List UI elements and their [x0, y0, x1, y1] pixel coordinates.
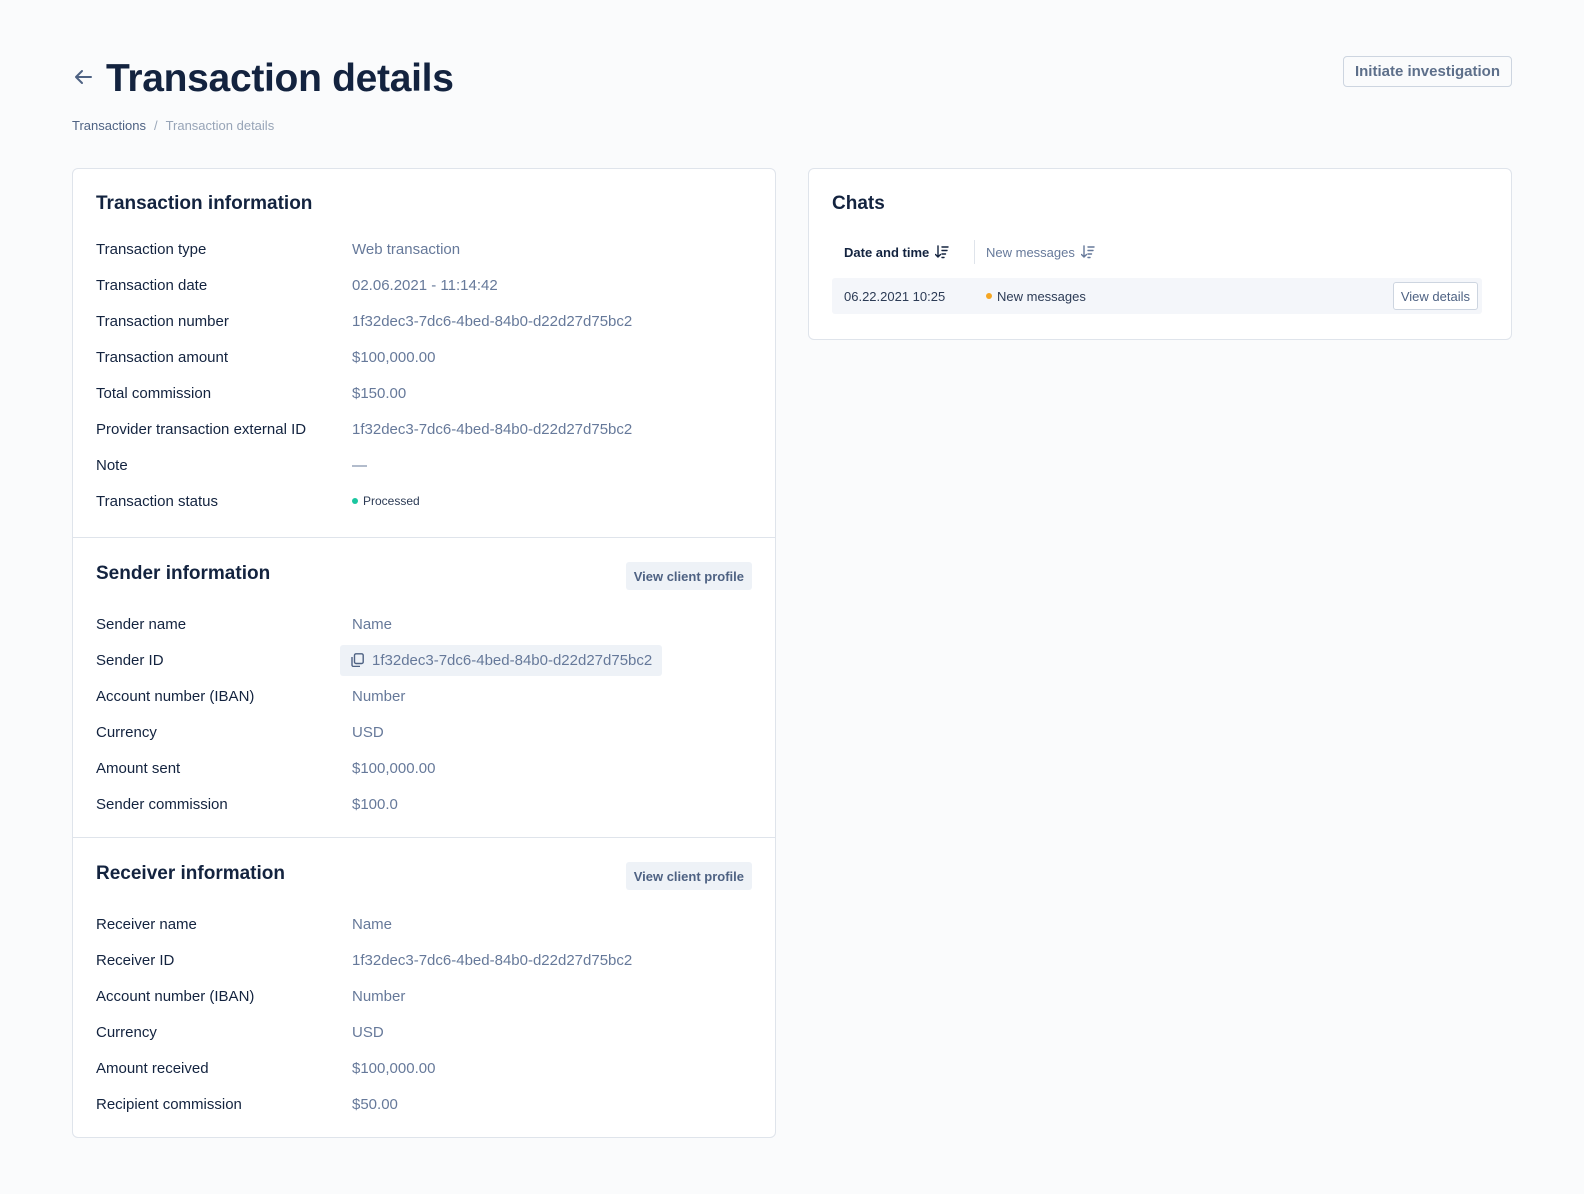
row-label: Amount sent	[96, 759, 181, 777]
row-label: Account number (IBAN)	[96, 687, 255, 705]
row-label: Transaction date	[96, 276, 208, 294]
detail-row: Transaction status Processed	[96, 483, 756, 519]
view-details-button[interactable]: View details	[1392, 282, 1478, 310]
row-label: Sender name	[96, 615, 187, 633]
new-message-dot-icon	[986, 293, 992, 299]
status-text: Processed	[363, 494, 420, 508]
section-title: Receiver information	[96, 863, 285, 884]
detail-row: Receiver name Name	[96, 906, 756, 942]
view-receiver-profile-button[interactable]: View client profile	[625, 862, 752, 890]
row-label: Transaction status	[96, 492, 218, 510]
row-label: Provider transaction external ID	[96, 420, 307, 438]
sender-id-copy-chip[interactable]: 1f32dec3-7dc6-4bed-84b0-d22d27d75bc2	[340, 644, 663, 676]
column-label: New messages	[986, 244, 1075, 260]
detail-row: Sender name Name	[96, 606, 756, 642]
detail-row: Receiver ID 1f32dec3-7dc6-4bed-84b0-d22d…	[96, 942, 756, 978]
detail-row: Transaction date 02.06.2021 - 11:14:42	[96, 267, 756, 303]
row-value: —	[352, 456, 367, 474]
chat-status: New messages	[986, 289, 1086, 304]
view-sender-profile-button[interactable]: View client profile	[625, 562, 752, 590]
detail-row: Note —	[96, 447, 756, 483]
detail-row: Recipient commission $50.00	[96, 1086, 756, 1122]
arrow-left-icon	[75, 70, 92, 84]
detail-row: Account number (IBAN) Number	[96, 978, 756, 1014]
transaction-information-section: Transaction information Transaction type…	[73, 169, 775, 537]
detail-row: Transaction amount $100,000.00	[96, 339, 756, 375]
row-value: Name	[352, 915, 393, 933]
row-label: Amount received	[96, 1059, 209, 1077]
sender-information-section: Sender information View client profile S…	[73, 537, 775, 837]
page-title: Transaction details	[106, 57, 454, 100]
row-label: Currency	[96, 1023, 157, 1041]
row-value: $50.00	[352, 1095, 398, 1113]
row-value: $100,000.00	[352, 348, 436, 366]
row-value: 1f32dec3-7dc6-4bed-84b0-d22d27d75bc2	[352, 951, 633, 969]
date-column-header[interactable]: Date and time	[844, 240, 975, 264]
row-label: Sender commission	[96, 795, 228, 813]
detail-row: Transaction type Web transaction	[96, 231, 756, 267]
chat-row: 06.22.2021 10:25 New messages View detai…	[832, 278, 1482, 314]
detail-row: Sender ID 1f32dec3-7dc6-4bed-84b0-d22d27…	[96, 642, 756, 678]
detail-row: Provider transaction external ID 1f32dec…	[96, 411, 756, 447]
detail-row: Currency USD	[96, 1014, 756, 1050]
section-title: Transaction information	[96, 193, 313, 214]
breadcrumb-separator: /	[153, 118, 158, 133]
row-label: Sender ID	[96, 651, 164, 669]
row-label: Total commission	[96, 384, 212, 402]
copy-icon	[351, 653, 364, 667]
chats-title: Chats	[832, 193, 885, 214]
column-label: Date and time	[844, 244, 930, 260]
row-value: Name	[352, 615, 393, 633]
row-value: $100,000.00	[352, 1059, 436, 1077]
detail-row: Amount sent $100,000.00	[96, 750, 756, 786]
breadcrumb-transactions-link[interactable]: Transactions	[72, 118, 146, 133]
row-value: 02.06.2021 - 11:14:42	[352, 276, 498, 294]
row-value: $150.00	[352, 384, 407, 402]
section-title: Sender information	[96, 563, 271, 584]
sender-id-value: 1f32dec3-7dc6-4bed-84b0-d22d27d75bc2	[372, 651, 653, 669]
chat-date: 06.22.2021 10:25	[844, 288, 946, 304]
row-label: Currency	[96, 723, 157, 741]
chats-card: Chats Date and time New messages 06.22.2…	[808, 168, 1512, 340]
row-label: Receiver name	[96, 915, 197, 933]
row-value: USD	[352, 1023, 384, 1041]
row-label: Transaction type	[96, 240, 207, 258]
detail-row: Account number (IBAN) Number	[96, 678, 756, 714]
row-value: 1f32dec3-7dc6-4bed-84b0-d22d27d75bc2	[352, 420, 633, 438]
status-dot-icon	[352, 498, 358, 504]
chats-table-header: Date and time New messages	[844, 239, 1095, 265]
row-label: Account number (IBAN)	[96, 987, 255, 1005]
back-button[interactable]	[72, 66, 94, 88]
sort-icon	[1080, 245, 1095, 259]
row-label: Transaction amount	[96, 348, 229, 366]
row-label: Note	[96, 456, 128, 474]
chat-status-text: New messages	[997, 288, 1086, 304]
row-label: Transaction number	[96, 312, 229, 330]
initiate-investigation-button[interactable]: Initiate investigation	[1342, 56, 1512, 87]
details-card: Transaction information Transaction type…	[72, 168, 776, 1138]
row-value: Web transaction	[352, 240, 461, 258]
breadcrumb: Transactions / Transaction details	[72, 118, 274, 133]
sort-icon	[935, 245, 949, 259]
detail-row: Currency USD	[96, 714, 756, 750]
row-value: Number	[352, 687, 406, 705]
row-value: $100.0	[352, 795, 398, 813]
row-label: Receiver ID	[96, 951, 175, 969]
breadcrumb-current: Transaction details	[165, 118, 275, 133]
row-value: $100,000.00	[352, 759, 436, 777]
row-value: USD	[352, 723, 384, 741]
row-value: 1f32dec3-7dc6-4bed-84b0-d22d27d75bc2	[352, 312, 633, 330]
new-messages-column-header[interactable]: New messages	[975, 245, 1095, 260]
receiver-information-section: Receiver information View client profile…	[73, 837, 775, 1137]
detail-row: Total commission $150.00	[96, 375, 756, 411]
detail-row: Amount received $100,000.00	[96, 1050, 756, 1086]
status-badge: Processed	[352, 494, 420, 508]
detail-row: Sender commission $100.0	[96, 786, 756, 822]
row-label: Recipient commission	[96, 1095, 242, 1113]
detail-row: Transaction number 1f32dec3-7dc6-4bed-84…	[96, 303, 756, 339]
page-header: Transaction details Initiate investigati…	[72, 56, 1512, 116]
row-value: Number	[352, 987, 406, 1005]
